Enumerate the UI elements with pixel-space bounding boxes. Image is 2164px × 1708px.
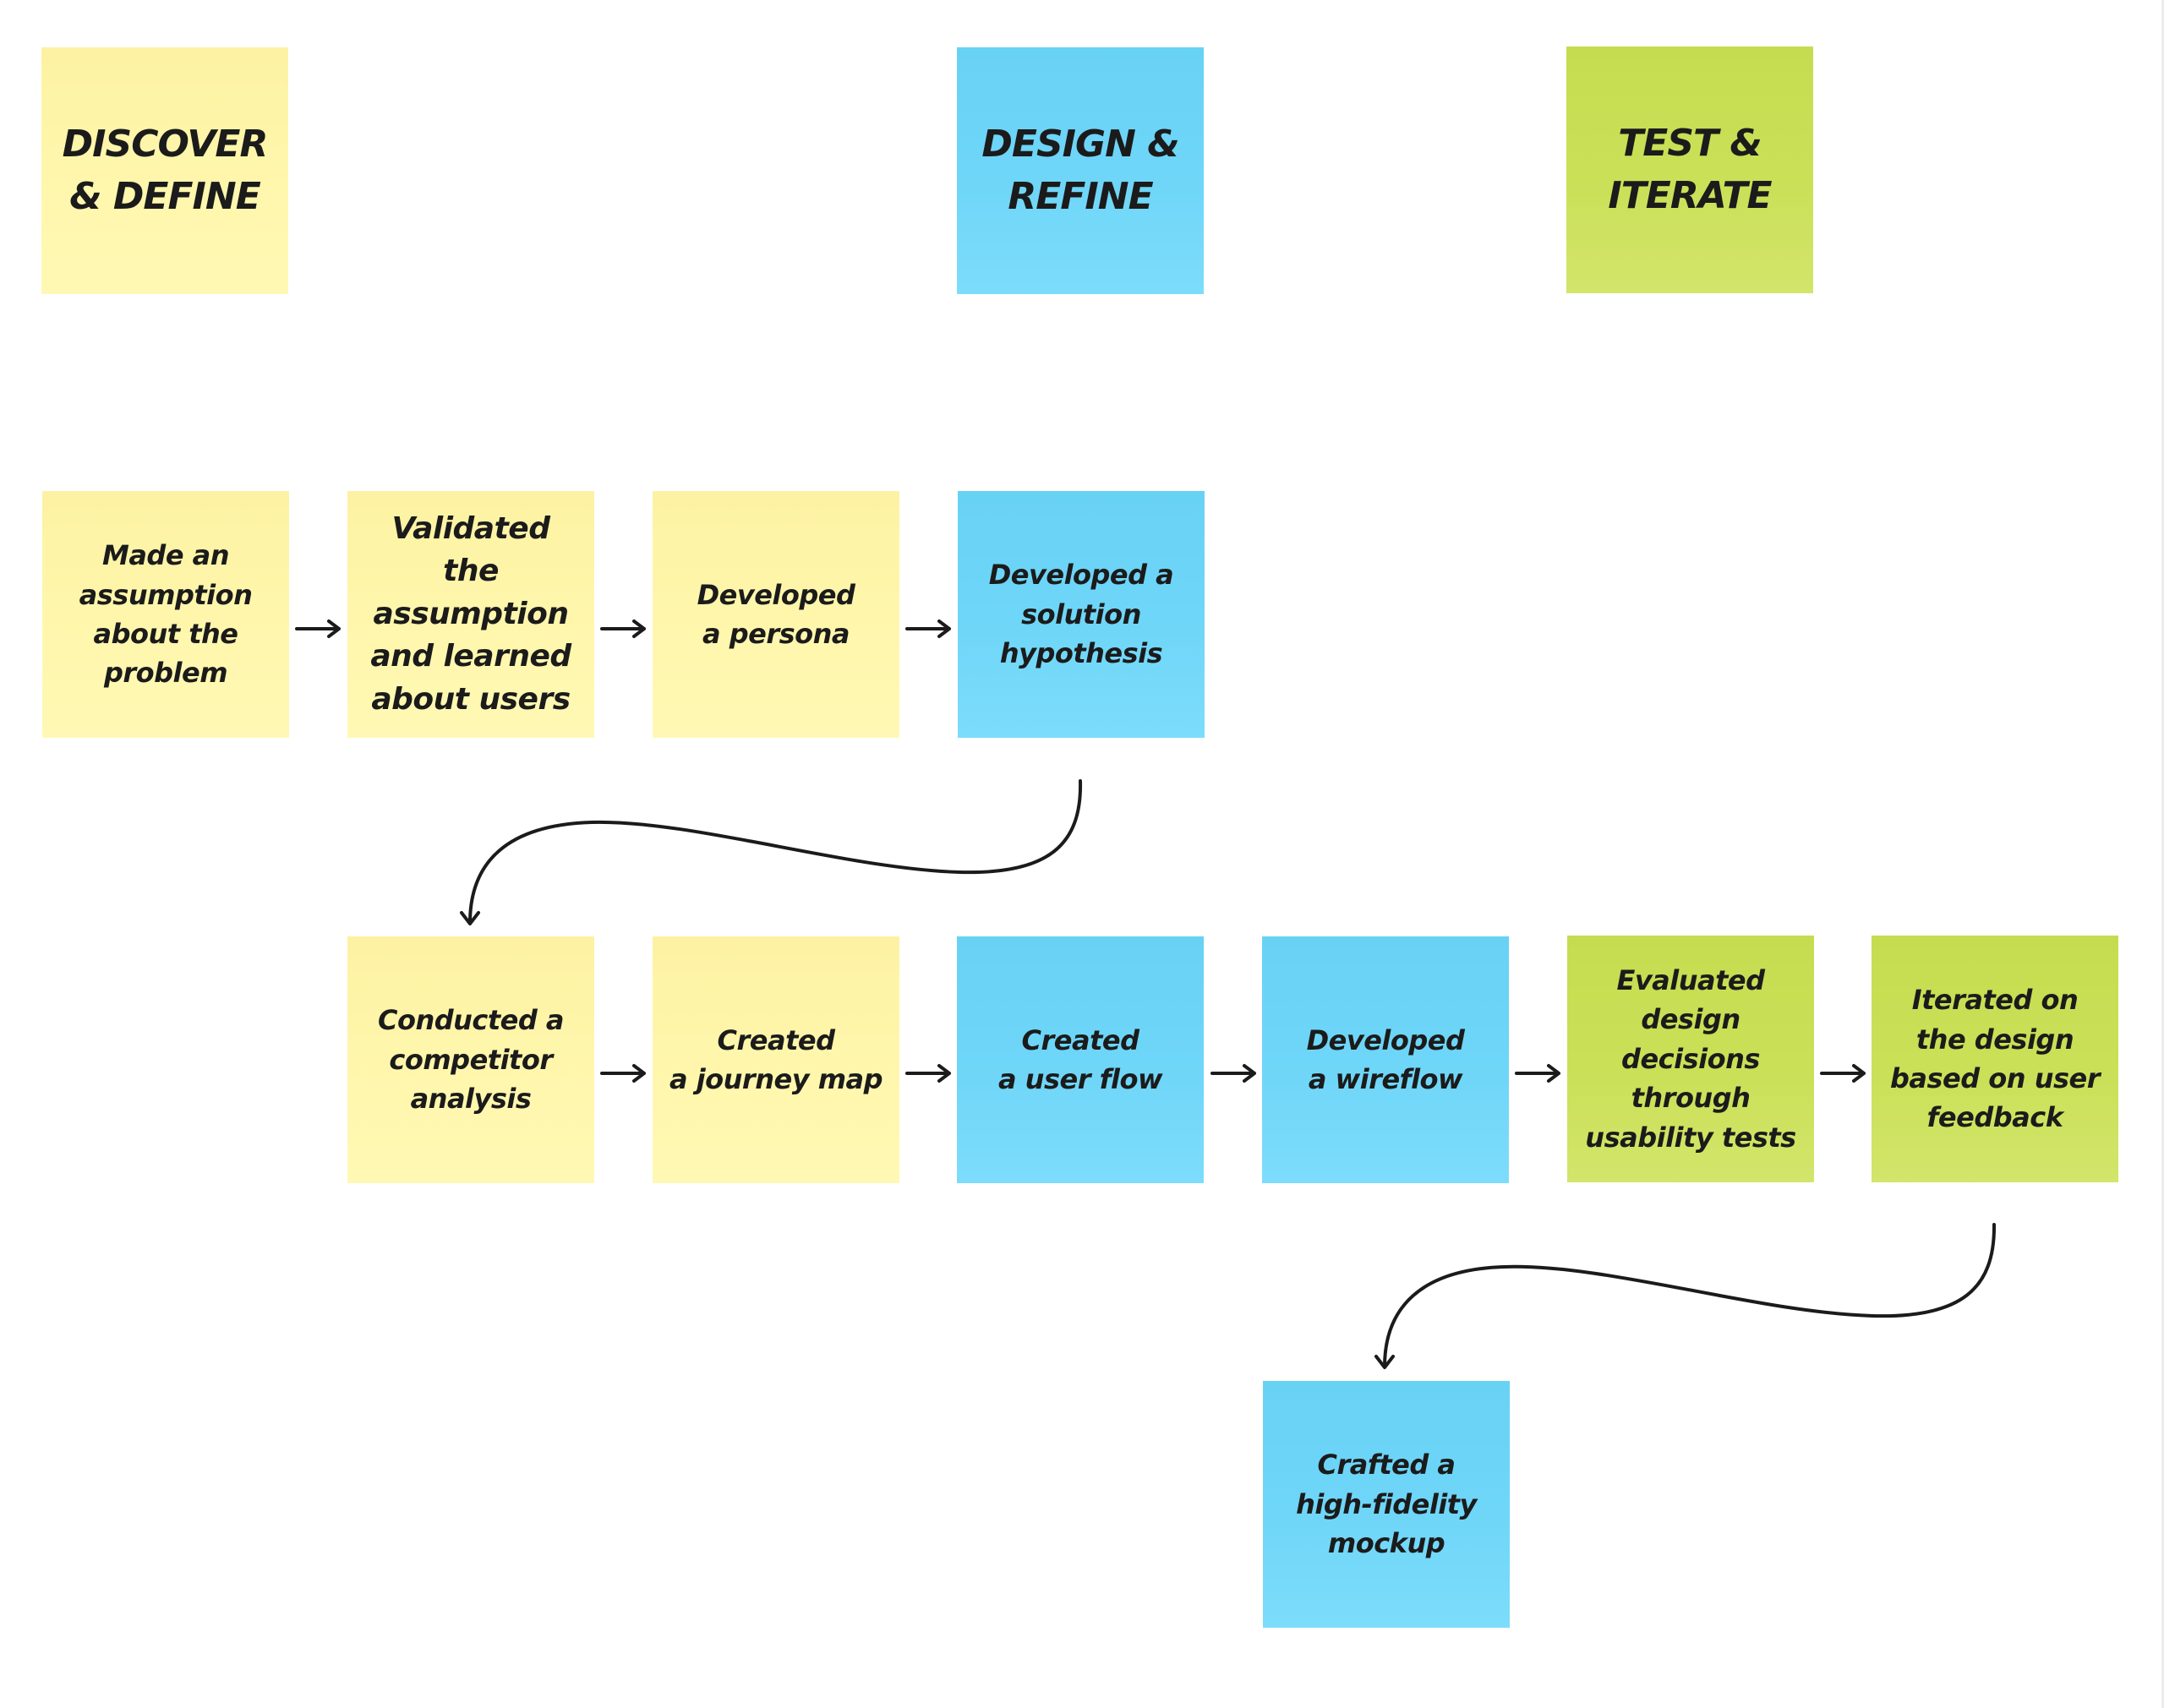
step-label: Made an assumption about the problem	[79, 539, 253, 690]
step-label: Crafted a high-fidelity mockup	[1296, 1449, 1477, 1560]
step-label: Developed a solution hypothesis	[988, 559, 1174, 670]
step-label: Validated the assumption and learned abo…	[370, 511, 571, 717]
header-label: TEST & ITERATE	[1608, 121, 1772, 217]
step-validated-assumption[interactable]: Validated the assumption and learned abo…	[347, 491, 594, 738]
header-label: DISCOVER & DEFINE	[62, 122, 269, 218]
step-label: Developed a persona	[697, 578, 855, 650]
step-label: Created a user flow	[997, 1023, 1163, 1095]
curved-arrow-connector	[468, 779, 1083, 925]
curved-arrow-connector	[1383, 1223, 1997, 1368]
step-usability-tests[interactable]: Evaluated design decisions through usabi…	[1567, 936, 1814, 1182]
header-label: DESIGN & REFINE	[981, 122, 1179, 218]
step-label: Created a journey map	[669, 1023, 883, 1095]
step-label: Evaluated design decisions through usabi…	[1585, 964, 1796, 1154]
curved-connectors	[460, 779, 1997, 1369]
step-label: Developed a wireflow	[1306, 1023, 1465, 1095]
step-label: Iterated on the design based on user fee…	[1889, 984, 2101, 1134]
step-label: Conducted a competitor analysis	[377, 1004, 565, 1116]
